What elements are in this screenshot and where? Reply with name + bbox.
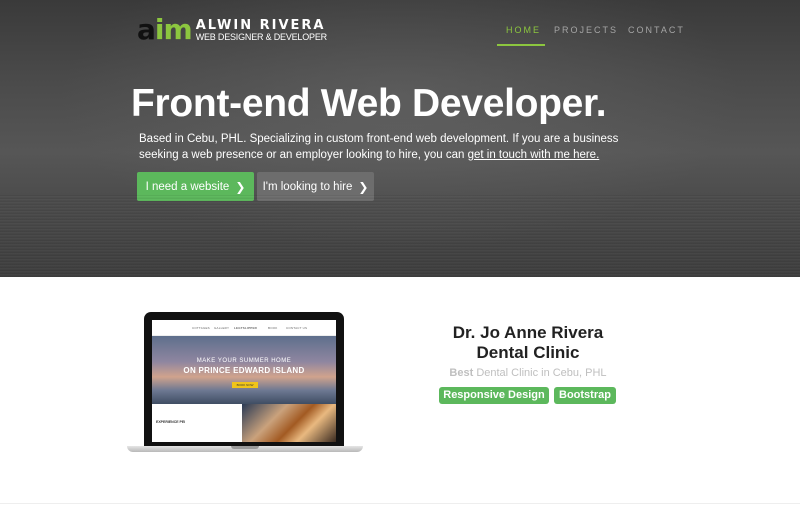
project-preview-laptop[interactable]: COTTAGES GALLERY LEGTSLIPPER BOOK CONTAC… — [127, 312, 363, 454]
nav-projects[interactable]: PROJECTS — [554, 25, 618, 35]
contact-link[interactable]: get in touch with me here. — [468, 149, 600, 161]
chevron-right-icon: ❯ — [358, 179, 369, 194]
preview-hero: MAKE YOUR SUMMER HOME ON PRINCE EDWARD I… — [152, 336, 336, 404]
preview-nav-item: COTTAGES — [192, 326, 210, 330]
hero-section: aim ALWIN RIVERA WEB DESIGNER & DEVELOPE… — [0, 0, 800, 277]
project-screenshot: COTTAGES GALLERY LEGTSLIPPER BOOK CONTAC… — [152, 320, 336, 442]
main-nav: HOME PROJECTS CONTACT — [0, 22, 800, 48]
project-title-line2: Dental Clinic — [476, 343, 580, 362]
nav-home[interactable]: HOME — [506, 25, 541, 35]
preview-nav-item: GALLERY — [214, 326, 230, 330]
preview-nav-item: BOOK — [268, 326, 278, 330]
nav-contact[interactable]: CONTACT — [628, 25, 685, 35]
laptop-notch — [231, 446, 259, 449]
preview-headline-big: ON PRINCE EDWARD ISLAND — [183, 366, 305, 375]
preview-section: EXPERIENCE PEI — [152, 404, 242, 442]
preview-nav-item: CONTACT US — [286, 326, 308, 330]
chevron-right-icon: ❯ — [235, 179, 246, 194]
tag-bootstrap: Bootstrap — [554, 387, 616, 404]
project-subtitle: Best Dental Clinic in Cebu, PHL — [400, 367, 656, 379]
looking-to-hire-button[interactable]: I'm looking to hire ❯ — [257, 172, 374, 201]
preview-image — [242, 404, 336, 442]
preview-logo: LEGTSLIPPER — [234, 326, 258, 330]
project-subtitle-rest: Dental Clinic in Cebu, PHL — [473, 367, 607, 379]
preview-section-title: EXPERIENCE PEI — [156, 420, 186, 424]
need-website-button-label: I need a website — [145, 180, 230, 193]
nav-active-indicator — [497, 44, 545, 46]
preview-headline-small: MAKE YOUR SUMMER HOME — [196, 358, 292, 364]
project-title-line1: Dr. Jo Anne Rivera — [452, 323, 604, 342]
hero-title: Front-end Web Developer. — [131, 82, 607, 125]
need-website-button[interactable]: I need a website ❯ — [137, 172, 254, 201]
tag-responsive-design: Responsive Design — [439, 387, 549, 404]
project-title: Dr. Jo Anne Rivera Dental Clinic — [400, 323, 656, 363]
project-subtitle-bold: Best — [449, 367, 474, 379]
section-divider — [0, 503, 800, 504]
preview-cta: BOOK NOW — [232, 382, 258, 388]
hero-intro: Based in Cebu, PHL. Specializing in cust… — [139, 131, 639, 163]
looking-to-hire-button-label: I'm looking to hire — [262, 180, 353, 193]
preview-nav: COTTAGES GALLERY LEGTSLIPPER BOOK CONTAC… — [152, 320, 336, 336]
